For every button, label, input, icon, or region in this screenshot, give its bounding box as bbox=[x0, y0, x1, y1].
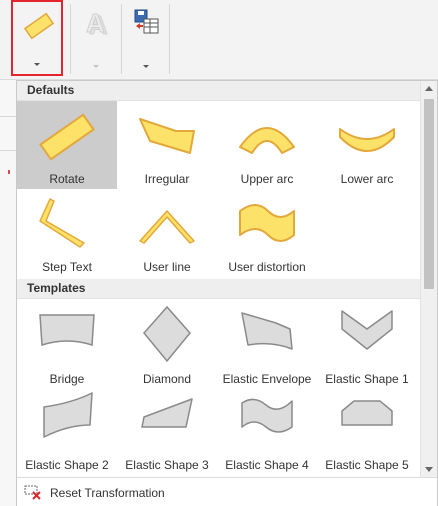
ribbon-toolbar: A A bbox=[0, 0, 438, 80]
text-effects-button[interactable]: A A bbox=[72, 0, 120, 76]
gallery-item-user-distortion[interactable]: User distortion bbox=[217, 189, 317, 277]
marker bbox=[8, 170, 10, 174]
section-header-templates: Templates bbox=[17, 279, 420, 299]
chevron-down-icon bbox=[93, 65, 99, 68]
floppy-table-icon bbox=[134, 9, 159, 34]
reset-transform-icon bbox=[24, 485, 41, 500]
elastic-envelope-icon bbox=[241, 312, 293, 350]
gallery-item-irregular[interactable]: Irregular bbox=[117, 101, 217, 189]
gallery-item-label: Lower arc bbox=[340, 172, 394, 186]
gallery-item-elastic-shape-4[interactable]: Elastic Shape 4 bbox=[217, 387, 317, 475]
gallery-item-label: Diamond bbox=[142, 372, 192, 386]
gallery-item-label: Elastic Envelope bbox=[222, 372, 312, 386]
gallery-item-lower-arc[interactable]: Lower arc bbox=[317, 101, 417, 189]
gallery-item-step-text[interactable]: Step Text bbox=[17, 189, 117, 277]
lower-arc-icon bbox=[339, 128, 395, 152]
gallery-item-elastic-shape-5[interactable]: Elastic Shape 5 bbox=[317, 387, 417, 475]
gallery-item-label: Step Text bbox=[42, 260, 92, 274]
chevron-down-icon bbox=[34, 63, 40, 66]
gallery-item-label: Elastic Shape 5 bbox=[325, 458, 409, 472]
elastic-shape-3-icon bbox=[141, 398, 193, 428]
elastic-shape-2-icon bbox=[43, 392, 93, 438]
divider bbox=[0, 116, 16, 117]
gallery-item-upper-arc[interactable]: Upper arc bbox=[217, 101, 317, 189]
chevron-down-icon bbox=[425, 467, 433, 472]
gallery-item-elastic-shape-1[interactable]: Elastic Shape 1 bbox=[317, 299, 417, 387]
gallery-item-label: Bridge bbox=[49, 372, 85, 386]
background-document-strip bbox=[0, 80, 16, 506]
gallery-item-elastic-shape-2[interactable]: Elastic Shape 2 bbox=[17, 387, 117, 475]
shadow-letter-a-icon: A A bbox=[86, 8, 109, 41]
gallery-item-label: Upper arc bbox=[240, 172, 294, 186]
section-header-defaults: Defaults bbox=[17, 81, 420, 101]
gallery-item-elastic-shape-3[interactable]: Elastic Shape 3 bbox=[117, 387, 217, 475]
scroll-up-button[interactable] bbox=[421, 81, 437, 97]
gallery-item-label: Elastic Shape 4 bbox=[225, 458, 309, 472]
yellow-rotated-box-icon bbox=[23, 12, 55, 40]
step-text-icon bbox=[39, 198, 85, 248]
reset-transformation-label: Reset Transformation bbox=[50, 486, 165, 500]
gallery-item-user-line[interactable]: User line bbox=[117, 189, 217, 277]
gallery-item-label: Rotate bbox=[49, 172, 85, 186]
gallery-item-bridge[interactable]: Bridge bbox=[17, 299, 117, 387]
gallery-item-diamond[interactable]: Diamond bbox=[117, 299, 217, 387]
transform-text-button[interactable] bbox=[11, 0, 63, 76]
gallery-item-label: Elastic Shape 3 bbox=[125, 458, 209, 472]
elastic-shape-5-icon bbox=[341, 400, 393, 426]
gallery-item-label: Elastic Shape 2 bbox=[25, 458, 109, 472]
gallery-item-label: Elastic Shape 1 bbox=[325, 372, 409, 386]
save-layout-button[interactable] bbox=[124, 0, 168, 76]
chevron-up-icon bbox=[425, 86, 433, 91]
diamond-icon bbox=[143, 305, 191, 363]
gallery-item-label: User line bbox=[143, 260, 191, 274]
upper-arc-icon bbox=[239, 127, 295, 154]
reset-transformation-item[interactable]: Reset Transformation bbox=[17, 477, 437, 506]
rotate-shape-icon bbox=[39, 113, 95, 161]
gallery-scrollbar[interactable] bbox=[420, 81, 437, 477]
gallery-item-elastic-envelope[interactable]: Elastic Envelope bbox=[217, 299, 317, 387]
ribbon-separator bbox=[121, 4, 122, 74]
scroll-down-button[interactable] bbox=[421, 461, 437, 477]
ribbon-separator bbox=[70, 4, 71, 74]
gallery-item-rotate[interactable]: Rotate bbox=[17, 101, 117, 189]
user-distortion-icon bbox=[239, 204, 295, 242]
chevron-down-icon bbox=[143, 65, 149, 68]
irregular-shape-icon bbox=[139, 118, 195, 154]
ribbon-separator bbox=[169, 4, 170, 74]
gallery-item-label: User distortion bbox=[228, 260, 306, 274]
bridge-icon bbox=[39, 314, 95, 347]
svg-text:A: A bbox=[86, 8, 105, 38]
elastic-shape-1-icon bbox=[341, 310, 393, 350]
gallery-item-label: Irregular bbox=[144, 172, 190, 186]
divider bbox=[0, 150, 16, 151]
scroll-thumb[interactable] bbox=[424, 99, 434, 289]
elastic-shape-4-icon bbox=[241, 398, 293, 433]
user-line-icon bbox=[139, 210, 195, 244]
transform-gallery-dropdown: Defaults Rotate Irregular Upper arc Lowe… bbox=[16, 80, 438, 506]
